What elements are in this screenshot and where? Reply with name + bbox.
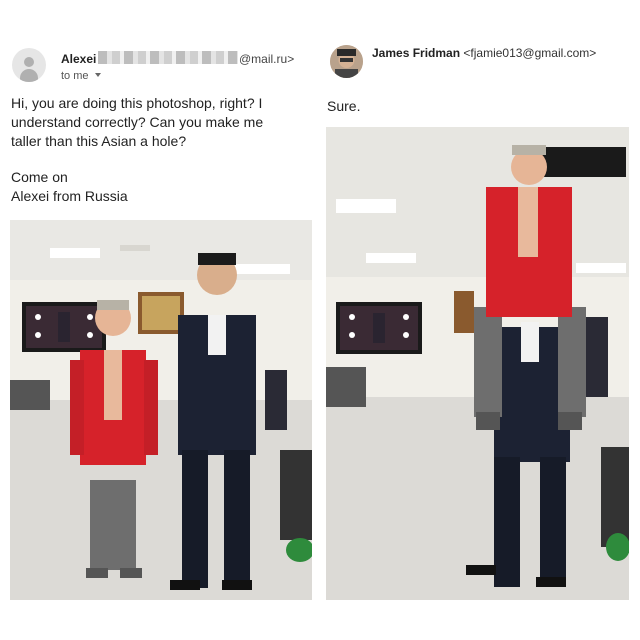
recipient-label[interactable]: to me (61, 70, 89, 82)
reply-sender[interactable]: James Fridman <fjamie013@gmail.com> (372, 46, 596, 60)
message-signature: Come on Alexei from Russia (11, 169, 128, 204)
attached-photo-edited[interactable] (326, 127, 629, 600)
chevron-down-icon[interactable] (95, 73, 101, 77)
edited-photo-scene (326, 127, 629, 600)
sender-domain: @mail.ru> (239, 52, 295, 66)
original-photo-scene (10, 220, 312, 600)
reply-sender-email: <fjamie013@gmail.com> (463, 46, 597, 60)
avatar-face-icon (330, 45, 363, 78)
sender-photo-avatar[interactable] (330, 45, 363, 78)
reply-sender-name: James Fridman (372, 46, 461, 60)
redacted-email-address (98, 51, 238, 64)
sender-name[interactable]: Alexei (61, 52, 96, 66)
person-avatar-icon[interactable] (12, 48, 46, 82)
attached-photo-original[interactable] (10, 220, 312, 600)
message-body: Hi, you are doing this photoshop, right?… (11, 95, 264, 149)
left-email-panel: Alexei @mail.ru> to me Hi, you are doing… (0, 0, 320, 640)
reply-body: Sure. (327, 98, 361, 114)
